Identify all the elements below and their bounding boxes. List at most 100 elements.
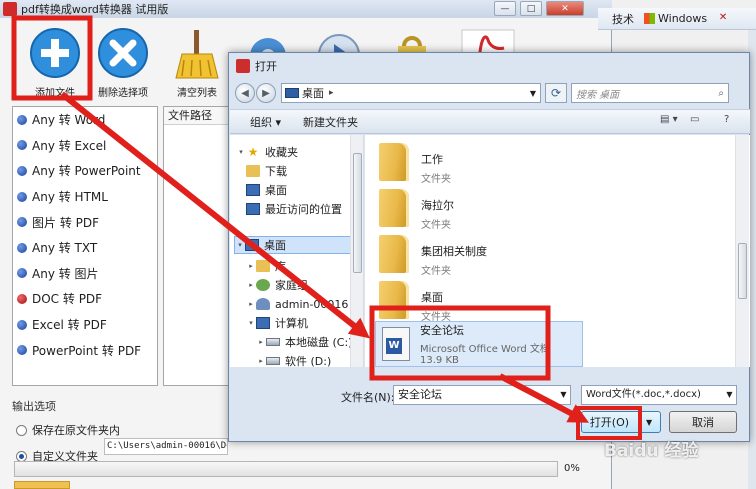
- add-file-label: 添加文件: [35, 88, 75, 99]
- word-file-item-selected[interactable]: 安全论坛 Microsoft Office Word 文档 13.9 KB: [375, 321, 583, 367]
- search-input[interactable]: 搜索 桌面 ⌕: [571, 83, 729, 103]
- file-size: 13.9 KB: [420, 355, 459, 366]
- folder-item-hailaer[interactable]: 海拉尔 文件夹: [379, 189, 609, 233]
- nav-item-favorites[interactable]: ▾ ★ 收藏夹: [236, 143, 358, 161]
- address-bar[interactable]: 桌面 ▸ ▼: [281, 83, 541, 103]
- conversion-item-any-excel[interactable]: Any 转 Excel: [13, 133, 157, 159]
- filetype-select[interactable]: Word文件(*.doc,*.docx): [581, 385, 737, 405]
- cancel-button[interactable]: 取消: [669, 411, 737, 433]
- computer-icon: [256, 317, 270, 329]
- expand-icon[interactable]: ▸: [246, 300, 256, 308]
- drive-icon: [266, 357, 280, 365]
- back-button[interactable]: ◀: [235, 83, 255, 103]
- folder-item-group-rules[interactable]: 集团相关制度 文件夹: [379, 235, 609, 279]
- taskbar-item-windows[interactable]: Windows: [644, 12, 707, 25]
- nav-pane-scrollbar[interactable]: [350, 135, 363, 367]
- homegroup-icon: [256, 279, 270, 291]
- file-pane-scrollbar[interactable]: [735, 135, 749, 367]
- open-file-dialog: 打开 ◀ ▶ 桌面 ▸ ▼ ⟳ 搜索 桌面 ⌕ 组织 ▾ 新建文件夹 ▤ ▾ ▭…: [228, 52, 750, 442]
- nav-item-homegroup[interactable]: ▸ 家庭组: [246, 276, 363, 294]
- conversion-item-excel-pdf[interactable]: Excel 转 PDF: [13, 312, 157, 338]
- address-dropdown-icon[interactable]: ▼: [526, 89, 540, 98]
- scrollbar-thumb[interactable]: [738, 243, 747, 299]
- windows-logo-icon: [644, 13, 655, 24]
- conversion-item-any-txt[interactable]: Any 转 TXT: [13, 235, 157, 261]
- delete-icon: [98, 28, 148, 78]
- nav-item-desktop[interactable]: ▾ 桌面: [234, 236, 356, 254]
- open-button[interactable]: 打开(O) ▼: [581, 411, 661, 433]
- minimize-button[interactable]: —: [494, 1, 516, 16]
- expand-icon[interactable]: ▸: [256, 357, 266, 365]
- conversion-item-any-word[interactable]: Any 转 Word: [13, 107, 157, 133]
- refresh-button[interactable]: ⟳: [545, 83, 567, 103]
- organize-menu-button[interactable]: 组织 ▾: [250, 114, 281, 130]
- forward-button[interactable]: ▶: [256, 83, 276, 103]
- collapse-icon[interactable]: ▾: [246, 319, 256, 327]
- nav-item-label: 桌面: [265, 184, 287, 197]
- pdf-app-icon: [236, 58, 250, 73]
- clear-list-label: 清空列表: [177, 88, 217, 99]
- breadcrumb-separator-icon[interactable]: ▸: [329, 88, 334, 98]
- view-options-icon[interactable]: ▤ ▾: [660, 114, 678, 130]
- word-document-icon: [382, 327, 410, 361]
- restore-button[interactable]: □: [520, 1, 542, 16]
- folder-name: 集团相关制度: [421, 245, 487, 258]
- clear-list-button[interactable]: 清空列表: [158, 26, 236, 102]
- folder-icon: [379, 235, 409, 273]
- nav-item-desktop-fav[interactable]: 桌面: [246, 181, 363, 199]
- nav-item-user[interactable]: ▸ admin-00016: [246, 295, 363, 313]
- bottom-action-button[interactable]: [14, 481, 70, 489]
- radio-dot-icon: [17, 242, 27, 253]
- dialog-titlebar: 打开: [229, 53, 749, 78]
- filename-dropdown-icon[interactable]: ▼: [557, 386, 570, 404]
- close-button[interactable]: ✕: [546, 1, 584, 16]
- nav-item-drive-c[interactable]: ▸ 本地磁盘 (C:): [256, 333, 363, 351]
- conversion-item-image-pdf[interactable]: 图片 转 PDF: [13, 209, 157, 235]
- preview-pane-icon[interactable]: ▭: [690, 114, 699, 130]
- nav-item-computer[interactable]: ▾ 计算机: [246, 314, 363, 332]
- delete-selected-button[interactable]: 删除选择项: [84, 26, 162, 102]
- new-folder-button[interactable]: 新建文件夹: [303, 114, 358, 130]
- radio-button[interactable]: [16, 424, 27, 436]
- custom-folder-path-field[interactable]: C:\Users\admin-00016\Desk: [104, 438, 228, 455]
- radio-dot-icon: [17, 140, 27, 151]
- scrollbar-thumb[interactable]: [353, 153, 362, 273]
- nav-item-libraries[interactable]: ▸ 库: [246, 257, 363, 275]
- conversion-label: Any 转 图片: [32, 266, 99, 281]
- folder-type: 文件夹: [421, 266, 451, 277]
- nav-item-drive-d[interactable]: ▸ 软件 (D:): [256, 352, 363, 367]
- expand-icon[interactable]: ▸: [246, 262, 256, 270]
- collapse-icon[interactable]: ▾: [236, 148, 246, 156]
- conversion-item-any-image[interactable]: Any 转 图片: [13, 261, 157, 287]
- filetype-dropdown-icon[interactable]: ▼: [723, 386, 736, 404]
- file-path-column-header[interactable]: 文件路径: [164, 107, 232, 125]
- file-list[interactable]: 文件路径: [163, 106, 233, 386]
- filename-label: 文件名(N):: [341, 391, 395, 404]
- folder-item-work[interactable]: 工作 文件夹: [379, 143, 609, 187]
- nav-item-label: 家庭组: [275, 279, 308, 292]
- radio-button-selected[interactable]: [16, 450, 27, 462]
- expand-icon[interactable]: ▸: [246, 281, 256, 289]
- help-icon[interactable]: ?: [724, 114, 729, 130]
- radio-dot-icon: [17, 319, 27, 330]
- expand-icon[interactable]: ▸: [256, 338, 266, 346]
- save-original-folder-option[interactable]: 保存在原文件夹内: [12, 422, 232, 438]
- open-dropdown-icon[interactable]: ▼: [641, 417, 652, 427]
- search-icon: ⌕: [718, 87, 724, 99]
- folder-icon: [379, 143, 409, 181]
- conversion-item-powerpoint-pdf[interactable]: PowerPoint 转 PDF: [13, 337, 157, 363]
- folder-item-desktop[interactable]: 桌面 文件夹: [379, 281, 609, 325]
- file-name: 安全论坛: [420, 324, 464, 337]
- nav-item-downloads[interactable]: 下载: [246, 162, 363, 180]
- nav-item-recent-places[interactable]: 最近访问的位置: [246, 200, 363, 218]
- add-file-button[interactable]: 添加文件: [16, 26, 94, 102]
- conversion-item-doc-pdf[interactable]: DOC 转 PDF: [13, 286, 157, 312]
- collapse-icon[interactable]: ▾: [235, 241, 245, 249]
- taskbar-close-icon[interactable]: ✕: [715, 12, 731, 26]
- radio-dot-icon: [17, 165, 27, 176]
- filename-input[interactable]: 安全论坛: [393, 385, 571, 405]
- conversion-item-any-html[interactable]: Any 转 HTML: [13, 184, 157, 210]
- conversion-item-any-powerpoint[interactable]: Any 转 PowerPoint: [13, 158, 157, 184]
- taskbar-item-tech[interactable]: 技术: [612, 11, 634, 27]
- address-desktop-crumb[interactable]: 桌面: [302, 85, 324, 101]
